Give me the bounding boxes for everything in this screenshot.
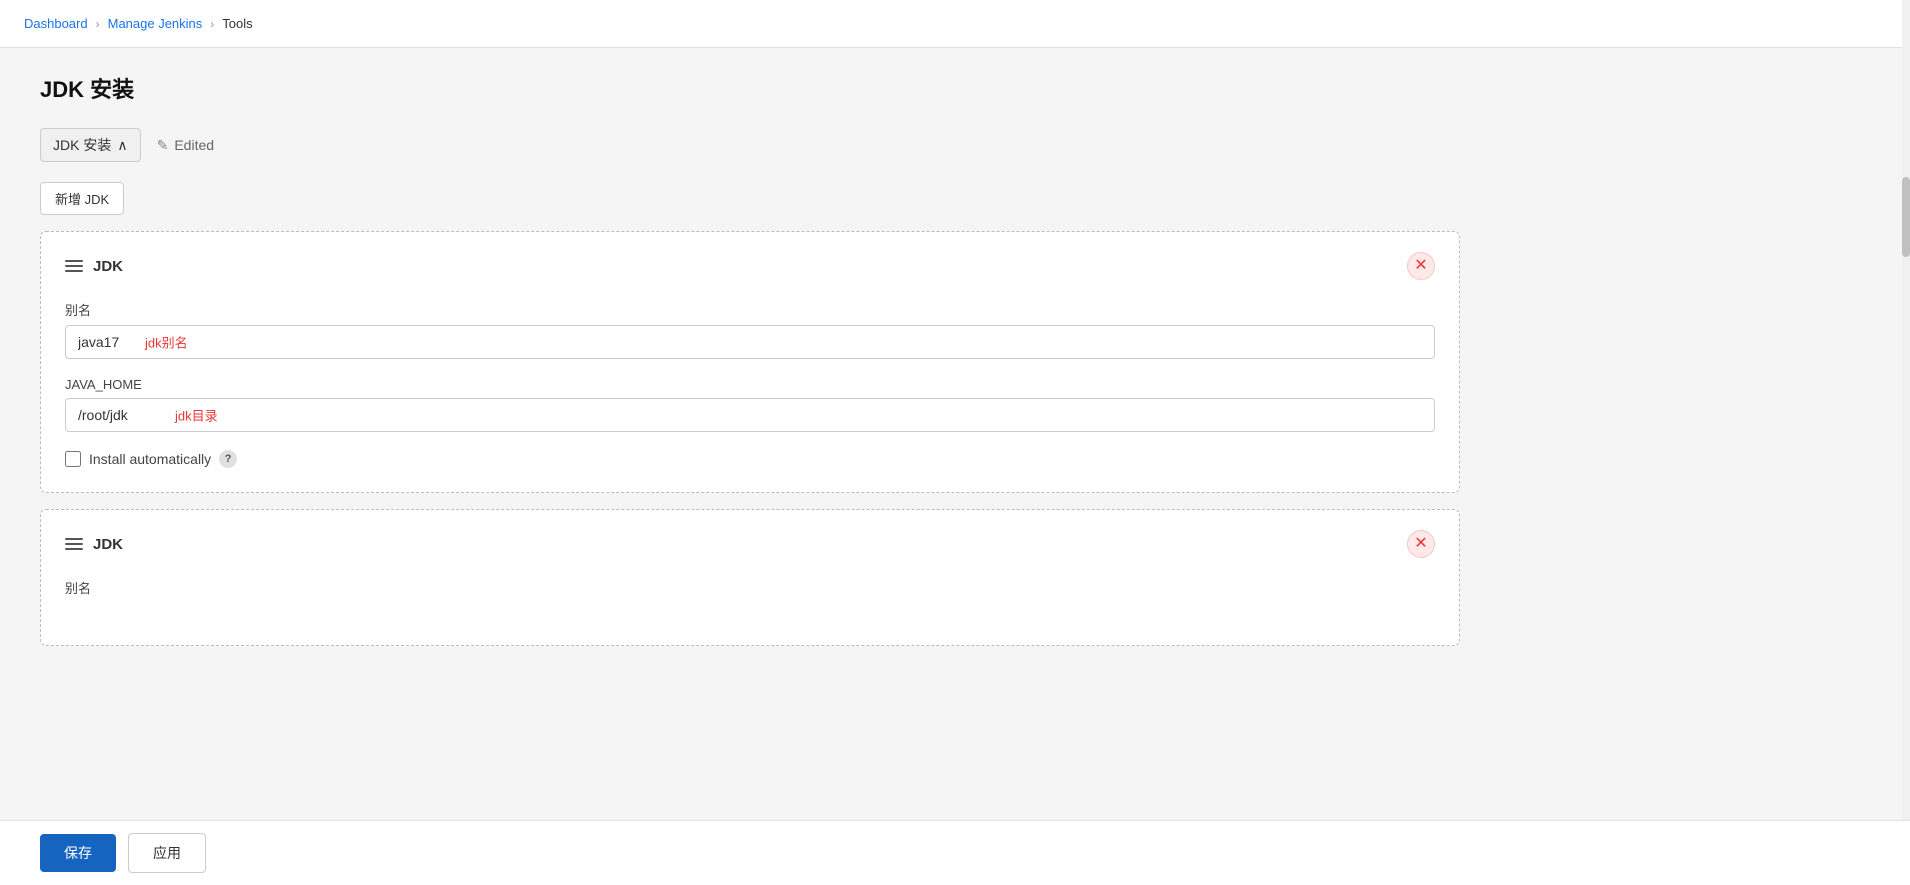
jdk-card-1: JDK ✕ 别名 jdk别名 JAVA_HOME jdk目录 Install a… — [40, 231, 1460, 493]
jdk-card-2: JDK ✕ 别名 — [40, 509, 1460, 646]
card-2-close-button[interactable]: ✕ — [1407, 530, 1435, 558]
card-1-close-button[interactable]: ✕ — [1407, 252, 1435, 280]
card-1-alias-group: 别名 jdk别名 — [65, 300, 1435, 359]
breadcrumb-manage-jenkins[interactable]: Manage Jenkins — [108, 16, 203, 31]
card-1-header: JDK ✕ — [65, 252, 1435, 280]
card-2-title: JDK — [93, 536, 123, 553]
card-2-header: JDK ✕ — [65, 530, 1435, 558]
drag-handle-icon-2[interactable] — [65, 538, 83, 550]
section-header: JDK 安装 ∧ ✎ Edited — [40, 128, 1460, 162]
card-1-alias-input-wrapper: jdk别名 — [65, 325, 1435, 359]
pencil-icon: ✎ — [157, 137, 169, 154]
page-title: JDK 安装 — [40, 72, 1460, 104]
card-1-javahome-input-wrapper: jdk目录 — [65, 398, 1435, 432]
main-content: JDK 安装 JDK 安装 ∧ ✎ Edited 新增 JDK JDK ✕ — [0, 48, 1500, 742]
drag-handle-icon[interactable] — [65, 260, 83, 272]
card-1-title: JDK — [93, 258, 123, 275]
card-1-title-group: JDK — [65, 258, 123, 275]
edited-text: Edited — [174, 137, 214, 153]
breadcrumb-sep-1: › — [96, 17, 100, 31]
edited-status: ✎ Edited — [157, 137, 214, 154]
scrollbar-thumb[interactable] — [1902, 177, 1910, 257]
jdk-toggle-button[interactable]: JDK 安装 ∧ — [40, 128, 141, 162]
card-1-alias-input[interactable] — [65, 325, 1435, 359]
bottom-toolbar: 保存 应用 — [0, 820, 1910, 885]
card-1-install-auto-checkbox[interactable] — [65, 451, 81, 467]
card-2-alias-label: 别名 — [65, 578, 1435, 597]
breadcrumb: Dashboard › Manage Jenkins › Tools — [0, 0, 1910, 48]
card-1-javahome-group: JAVA_HOME jdk目录 — [65, 377, 1435, 432]
card-1-help-icon[interactable]: ? — [219, 450, 237, 468]
card-1-install-auto-row: Install automatically ? — [65, 450, 1435, 468]
card-1-alias-label: 别名 — [65, 300, 1435, 319]
card-1-install-auto-label: Install automatically — [89, 451, 211, 467]
scrollbar-track — [1902, 0, 1910, 885]
breadcrumb-dashboard[interactable]: Dashboard — [24, 16, 88, 31]
breadcrumb-tools: Tools — [222, 16, 252, 31]
card-2-title-group: JDK — [65, 536, 123, 553]
save-button[interactable]: 保存 — [40, 834, 116, 872]
breadcrumb-sep-2: › — [210, 17, 214, 31]
toggle-label: JDK 安装 — [53, 135, 111, 155]
chevron-up-icon: ∧ — [117, 137, 127, 154]
card-1-javahome-input[interactable] — [65, 398, 1435, 432]
card-2-alias-group: 别名 — [65, 578, 1435, 597]
add-jdk-button[interactable]: 新增 JDK — [40, 182, 124, 215]
card-1-javahome-label: JAVA_HOME — [65, 377, 1435, 392]
apply-button[interactable]: 应用 — [128, 833, 206, 873]
